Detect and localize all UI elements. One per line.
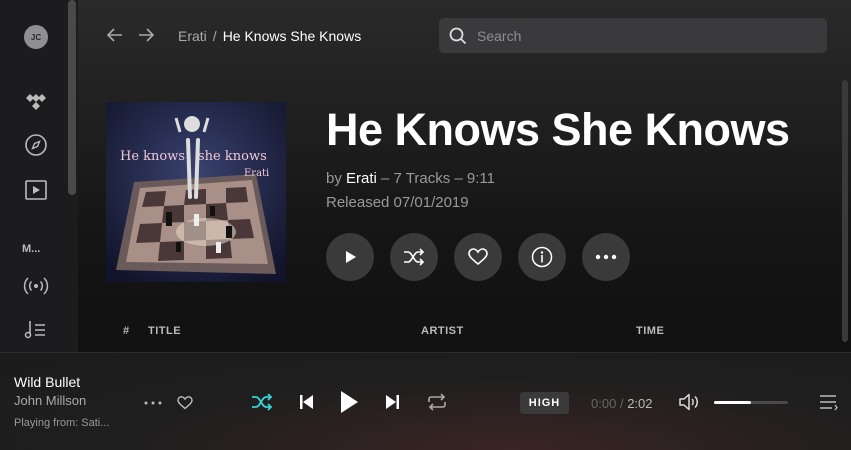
track-more-button[interactable] — [143, 393, 163, 413]
shuffle-icon — [404, 248, 425, 266]
column-header-number: # — [123, 325, 130, 337]
favorite-button[interactable] — [454, 233, 502, 281]
now-playing-artist[interactable]: John Millson — [14, 393, 86, 408]
play-icon — [341, 391, 358, 413]
search-input[interactable] — [477, 27, 797, 44]
video-icon[interactable] — [22, 176, 50, 204]
play-icon — [346, 251, 356, 263]
heart-icon — [177, 396, 193, 410]
track-favorite-button[interactable] — [175, 393, 195, 413]
previous-button[interactable] — [295, 390, 317, 414]
time-separator: / — [619, 396, 624, 411]
album-meta: by Erati – 7 Tracks – 9:11 — [326, 170, 495, 187]
volume-slider[interactable] — [714, 401, 788, 404]
tidal-logo-icon[interactable] — [22, 88, 50, 116]
cover-text-left: He knows — [120, 149, 185, 164]
heart-icon — [468, 248, 488, 266]
artist-link[interactable]: Erati — [346, 170, 377, 187]
cover-text-right: she knows — [198, 149, 267, 164]
playlist-icon[interactable] — [22, 316, 50, 344]
search-icon — [449, 27, 467, 44]
release-date: Released 07/01/2019 — [326, 194, 469, 211]
sidebar-section-label: M... — [22, 243, 41, 255]
play-queue-button[interactable] — [816, 391, 840, 413]
quality-badge[interactable]: HIGH — [520, 392, 569, 414]
player-bar: Wild Bullet John Millson Playing from: S… — [0, 352, 851, 450]
column-header-title[interactable]: TITLE — [148, 325, 181, 337]
more-icon — [595, 254, 617, 260]
repeat-icon — [428, 393, 446, 411]
avatar[interactable]: JC — [24, 25, 48, 49]
next-button[interactable] — [382, 390, 404, 414]
main-scrollbar[interactable] — [842, 80, 848, 342]
arrow-right-icon — [139, 28, 155, 42]
sidebar-scrollbar[interactable] — [68, 0, 76, 195]
volume-button[interactable] — [678, 391, 702, 413]
playback-time: 0:00 / 2:02 — [591, 396, 653, 411]
shuffle-button[interactable] — [390, 233, 438, 281]
sidebar: JC M... — [0, 0, 78, 352]
info-button[interactable] — [518, 233, 566, 281]
column-header-artist[interactable]: ARTIST — [421, 325, 464, 337]
breadcrumb: Erati / He Knows She Knows — [178, 28, 361, 44]
shuffle-icon — [252, 393, 273, 411]
more-icon — [144, 401, 162, 405]
queue-icon — [820, 395, 838, 411]
breadcrumb-parent-link[interactable]: Erati — [178, 28, 207, 44]
info-icon — [531, 246, 553, 268]
forward-button[interactable] — [135, 24, 157, 46]
arrow-left-icon — [106, 28, 122, 42]
more-button[interactable] — [582, 233, 630, 281]
playing-from[interactable]: Playing from: Sati... — [14, 417, 109, 429]
live-broadcast-icon[interactable] — [22, 272, 50, 300]
by-prefix: by — [326, 170, 342, 187]
tracks-info: – 7 Tracks – 9:11 — [381, 170, 495, 187]
breadcrumb-current: He Knows She Knows — [222, 28, 362, 44]
cover-text-artist: Erati — [244, 168, 269, 179]
play-pause-button[interactable] — [336, 387, 362, 417]
volume-icon — [679, 393, 698, 411]
search-bar[interactable] — [439, 18, 827, 53]
album-cover: He knows she knows Erati — [106, 102, 286, 282]
album-page: Erati / He Knows She Knows Search He kno… — [78, 0, 851, 352]
skip-next-icon — [386, 395, 399, 409]
play-button[interactable] — [326, 233, 374, 281]
volume-level — [714, 401, 751, 404]
explore-icon[interactable] — [22, 131, 50, 159]
duration: 2:02 — [627, 396, 653, 411]
breadcrumb-separator: / — [212, 28, 217, 44]
elapsed-time: 0:00 — [591, 396, 617, 411]
column-header-time[interactable]: TIME — [636, 325, 664, 337]
repeat-toggle[interactable] — [424, 390, 450, 414]
skip-previous-icon — [300, 395, 313, 409]
back-button[interactable] — [104, 24, 126, 46]
shuffle-toggle[interactable] — [249, 390, 275, 414]
now-playing-title[interactable]: Wild Bullet — [14, 374, 80, 390]
album-title: He Knows She Knows — [326, 104, 790, 155]
